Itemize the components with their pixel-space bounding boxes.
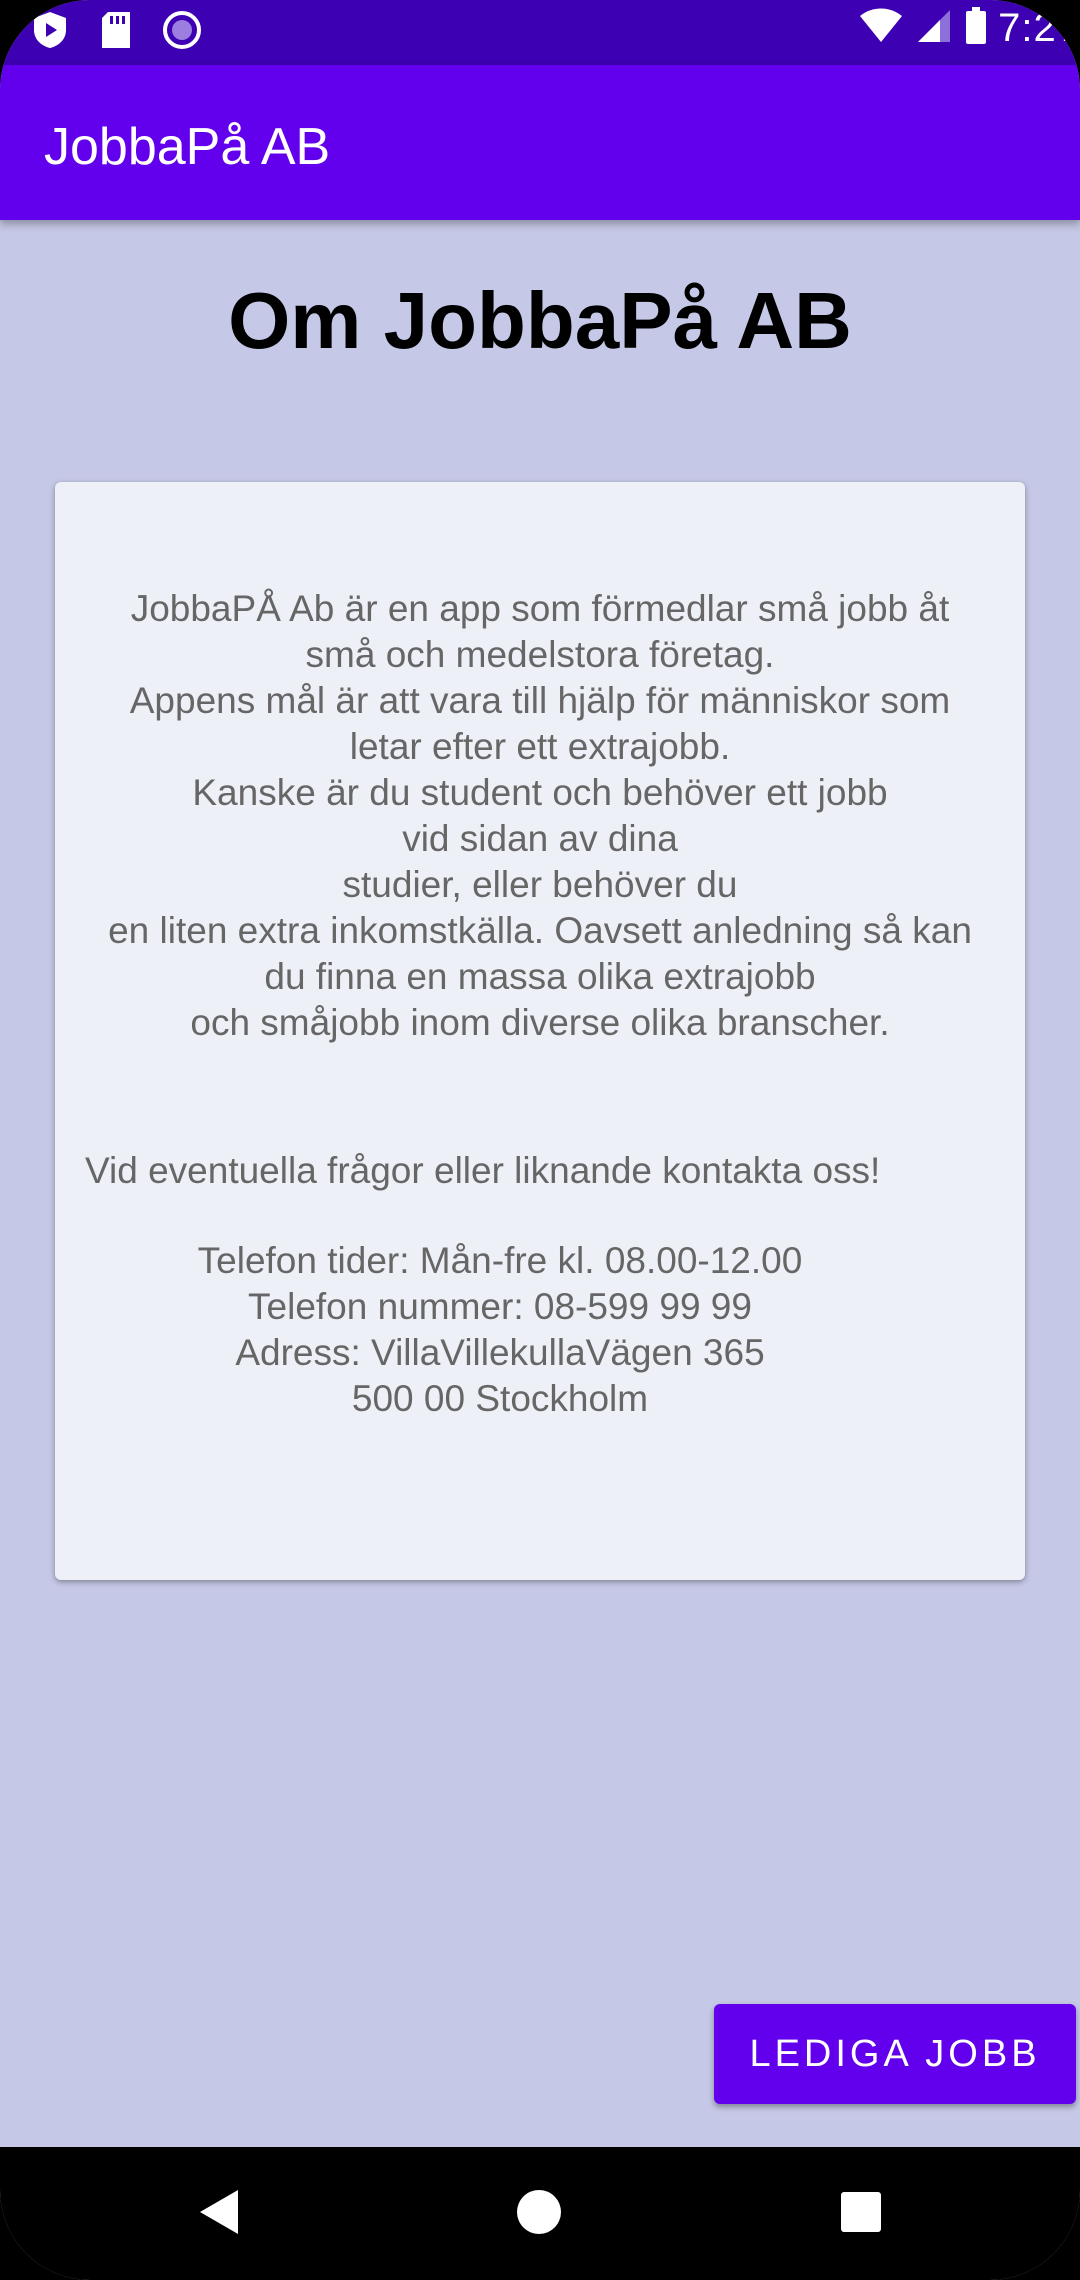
signal-icon: [914, 6, 954, 51]
nav-bar: [0, 2147, 1080, 2280]
app-title: JobbaPå AB: [44, 118, 331, 176]
status-bar: 7:27: [0, 0, 1080, 65]
wifi-icon: [858, 6, 904, 51]
contact-prompt: Vid eventuella frågor eller liknande kon…: [85, 1150, 881, 1191]
status-icons-right: 7:27: [858, 6, 1080, 51]
about-text: JobbaPÅ Ab är en app som förmedlar små j…: [108, 588, 972, 1043]
screen: 7:27 JobbaPå AB Om JobbaPå AB JobbaPÅ Ab…: [0, 0, 1080, 2280]
status-icons-left: [30, 10, 202, 55]
lediga-jobb-button[interactable]: LEDIGA JOBB: [714, 2004, 1076, 2104]
page-title: Om JobbaPå AB: [228, 276, 852, 365]
battery-icon: [964, 6, 988, 51]
home-icon[interactable]: [504, 2177, 574, 2247]
about-card: JobbaPÅ Ab är en app som förmedlar små j…: [55, 482, 1025, 1580]
contact-info: Telefon tider: Mån-fre kl. 08.00-12.00 T…: [197, 1240, 803, 1419]
app-bar: JobbaPå AB: [0, 65, 1080, 220]
back-icon[interactable]: [185, 2177, 255, 2247]
recents-icon[interactable]: [826, 2177, 896, 2247]
sd-card-icon: [98, 10, 134, 55]
shield-play-icon: [30, 10, 70, 55]
record-circle-icon: [162, 10, 202, 55]
status-time: 7:27: [998, 6, 1080, 50]
